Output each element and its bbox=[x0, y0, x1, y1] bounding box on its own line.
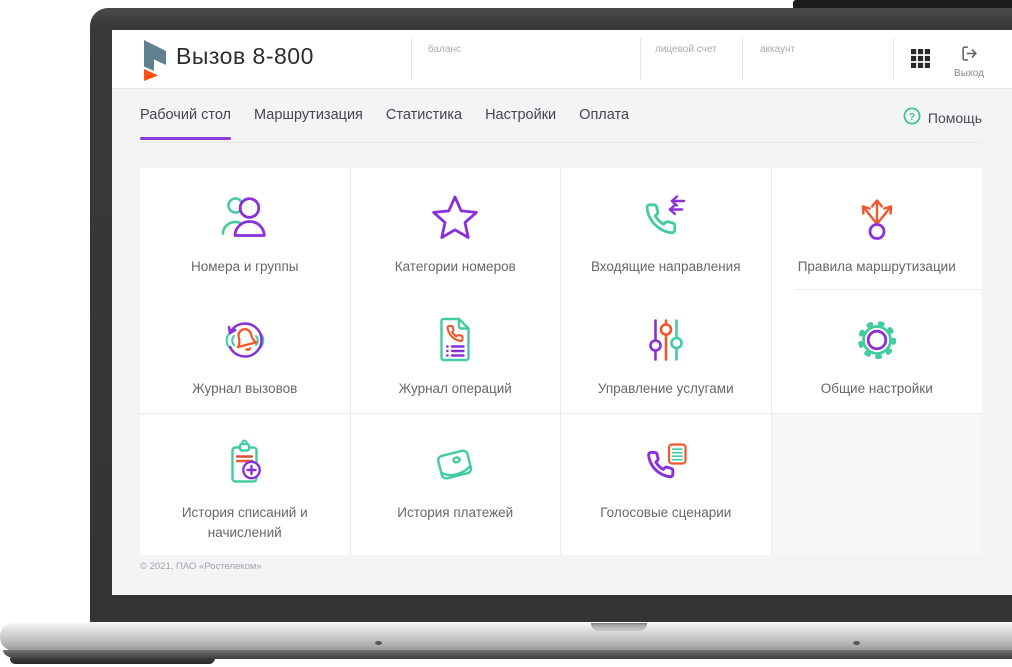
dashboard-grid: Номера и группы Категории номеров Входящ… bbox=[140, 168, 982, 555]
apps-grid-icon bbox=[911, 49, 930, 72]
help-label: Помощь bbox=[927, 109, 982, 126]
personal-account-label: лицевой счет bbox=[655, 44, 717, 55]
tile-label: История списаний и начислений bbox=[181, 505, 308, 540]
tile-number-categories[interactable]: Категории номеров bbox=[350, 168, 561, 290]
tile-charges-history[interactable]: История списаний и начислений bbox=[140, 413, 351, 555]
empty-grid-cell bbox=[771, 413, 982, 555]
sliders-icon bbox=[648, 319, 683, 361]
tab-payment[interactable]: Оплата bbox=[579, 107, 629, 138]
voice-script-phone-icon bbox=[646, 443, 687, 479]
header-divider bbox=[742, 38, 743, 80]
app-header: Вызов 8-800 баланс лицевой счет аккаунт bbox=[112, 30, 1012, 88]
tile-label: Голосовые сценарии bbox=[600, 505, 732, 520]
copyright-text: © 2021, ПАО «Ростелеком» bbox=[140, 561, 262, 572]
balance-label: баланс bbox=[428, 44, 461, 55]
tile-numbers-and-groups[interactable]: Номера и группы bbox=[140, 168, 351, 290]
clipboard-plus-icon bbox=[231, 439, 261, 483]
tile-label: Номера и группы bbox=[191, 259, 299, 274]
tab-settings[interactable]: Настройки bbox=[485, 107, 556, 138]
tile-label: Правила маршрутизации bbox=[797, 259, 956, 274]
tile-label: История платежей bbox=[397, 505, 514, 520]
tile-incoming-directions[interactable]: Входящие направления bbox=[561, 168, 772, 290]
tile-label: Общие настройки bbox=[820, 381, 933, 396]
main-navigation: Рабочий стол Маршрутизация Статистика На… bbox=[140, 88, 982, 143]
tile-label: Журнал вызовов bbox=[192, 381, 298, 396]
tab-routing[interactable]: Маршрутизация bbox=[254, 107, 363, 138]
header-divider bbox=[893, 38, 894, 80]
tile-label: Управление услугами bbox=[597, 381, 734, 396]
incoming-phone-icon bbox=[645, 195, 685, 235]
tile-general-settings[interactable]: Общие настройки bbox=[771, 289, 982, 413]
rostelecom-logo-icon bbox=[138, 38, 172, 87]
users-icon bbox=[221, 197, 266, 237]
call-history-bell-icon bbox=[225, 322, 265, 358]
laptop-lid-notch bbox=[591, 623, 647, 631]
logout-button[interactable]: Выход bbox=[950, 45, 988, 79]
tile-operations-log[interactable]: Журнал операций bbox=[350, 290, 561, 413]
operations-document-icon bbox=[440, 317, 470, 362]
logout-label: Выход bbox=[954, 68, 984, 79]
app-window: Вызов 8-800 баланс лицевой счет аккаунт bbox=[112, 30, 1012, 595]
svg-text:?: ? bbox=[909, 111, 915, 123]
header-divider bbox=[411, 38, 412, 80]
tile-label: Входящие направления bbox=[590, 259, 741, 274]
tab-strip: Рабочий стол Маршрутизация Статистика На… bbox=[140, 107, 629, 140]
header-divider bbox=[640, 38, 641, 80]
apps-grid-button[interactable] bbox=[911, 49, 931, 69]
tile-voice-scenarios[interactable]: Голосовые сценарии bbox=[561, 413, 772, 555]
tab-statistics[interactable]: Статистика bbox=[386, 107, 462, 138]
laptop-mockup: Вызов 8-800 баланс лицевой счет аккаунт bbox=[0, 0, 1012, 667]
page-title: Вызов 8-800 bbox=[176, 43, 314, 69]
tile-routing-rules[interactable]: Правила маршрутизации bbox=[771, 168, 982, 290]
tile-call-log[interactable]: Журнал вызовов bbox=[140, 290, 351, 413]
wallet-icon bbox=[437, 449, 473, 480]
logout-icon bbox=[961, 46, 978, 66]
tab-desktop[interactable]: Рабочий стол bbox=[140, 107, 232, 140]
gear-icon bbox=[857, 320, 896, 360]
routing-arrows-icon bbox=[861, 199, 892, 240]
account-label: аккаунт bbox=[760, 44, 796, 55]
laptop-foot-dot bbox=[853, 641, 860, 645]
help-button[interactable]: ? Помощь bbox=[903, 107, 982, 142]
star-icon bbox=[432, 195, 479, 239]
tile-payment-history[interactable]: История платежей bbox=[350, 413, 561, 555]
tile-service-management[interactable]: Управление услугами bbox=[561, 290, 772, 413]
laptop-base-lip bbox=[10, 658, 215, 664]
tile-label: Журнал операций bbox=[398, 381, 512, 396]
tile-label: Категории номеров bbox=[394, 259, 516, 274]
laptop-foot-dot bbox=[375, 641, 382, 645]
help-question-icon: ? bbox=[903, 107, 921, 128]
laptop-base bbox=[0, 622, 1012, 651]
